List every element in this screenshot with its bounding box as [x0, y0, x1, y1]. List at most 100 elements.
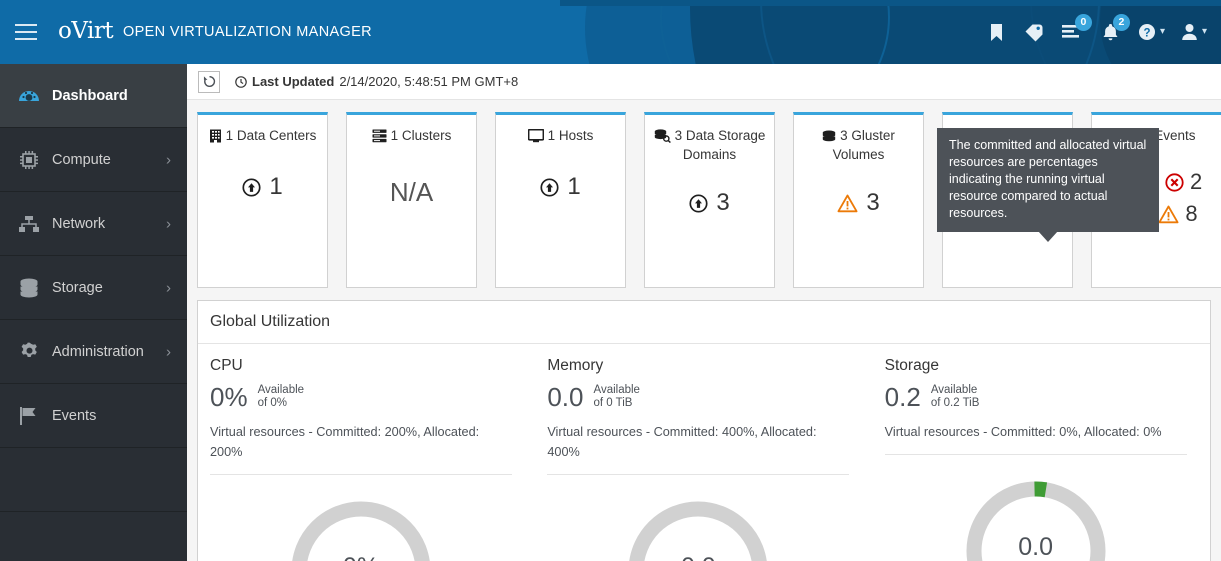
- card-title: 3 Data Storage Domains: [645, 128, 774, 163]
- card-data-centers[interactable]: 1 Data Centers 1: [197, 112, 328, 288]
- tooltip: The committed and allocated virtual reso…: [937, 128, 1159, 242]
- warning-triangle-icon: [1158, 205, 1179, 223]
- sidebar-item-compute[interactable]: Compute ›: [0, 128, 187, 192]
- utilization-virtual-resources: Virtual resources - Committed: 400%, All…: [547, 425, 817, 459]
- ovirt-logo[interactable]: oVirt: [58, 18, 114, 44]
- card-data-storage-domains[interactable]: 3 Data Storage Domains 3: [644, 112, 775, 288]
- warning-triangle-icon: [837, 194, 858, 213]
- masthead-icon-group: 0 2 ? ▾ ▾: [978, 0, 1215, 64]
- last-updated-timestamp: 2/14/2020, 5:48:51 PM GMT+8: [339, 74, 519, 89]
- status-up-icon: [689, 193, 708, 213]
- tasks-badge: 0: [1074, 14, 1092, 31]
- utilization-value: 0.0: [547, 382, 584, 412]
- card-count-value: 1: [269, 173, 283, 200]
- help-icon[interactable]: ? ▾: [1130, 0, 1173, 64]
- global-utilization-body: CPU 0% Available of 0% Virtual resources…: [198, 344, 1210, 561]
- flag-icon: [12, 404, 46, 428]
- utilization-available: Available of 0.2 TiB: [930, 384, 980, 409]
- chevron-right-icon: ›: [166, 151, 171, 168]
- chevron-down-icon: ▾: [1201, 26, 1207, 37]
- card-title: 3 Gluster Volumes: [794, 128, 923, 163]
- tag-icon[interactable]: [1016, 0, 1054, 64]
- events-warning-value: 8: [1185, 201, 1198, 226]
- card-gluster-volumes[interactable]: 3 Gluster Volumes 3: [793, 112, 924, 288]
- sidebar-item-label: Network: [52, 215, 106, 232]
- events-error-cell: 2: [1155, 169, 1211, 195]
- divider: [884, 454, 1187, 455]
- last-updated-label: Last Updated: [252, 74, 335, 89]
- status-up-icon: [242, 177, 261, 197]
- divider: [547, 474, 850, 475]
- hamburger-menu-icon[interactable]: [10, 16, 42, 48]
- storage-domain-icon: [654, 129, 671, 147]
- events-error-value: 2: [1190, 169, 1203, 194]
- card-count-value: 1: [567, 173, 581, 200]
- bookmark-icon[interactable]: [978, 0, 1016, 64]
- database-icon: [12, 276, 46, 300]
- refresh-icon[interactable]: [198, 70, 220, 93]
- gear-icon: [12, 340, 46, 364]
- network-topology-icon: [12, 212, 46, 236]
- notification-bell-icon[interactable]: 2: [1092, 0, 1130, 64]
- card-count: 3: [689, 189, 730, 217]
- donut-chart-memory: 0.0: [547, 497, 849, 561]
- card-title: 1 Clusters: [368, 128, 456, 147]
- sidebar-item-storage[interactable]: Storage ›: [0, 256, 187, 320]
- page-title: OPEN VIRTUALIZATION MANAGER: [123, 24, 373, 40]
- global-utilization-heading: Global Utilization: [198, 301, 1210, 344]
- card-count: 1: [242, 173, 283, 201]
- utilization-value: 0%: [210, 382, 248, 412]
- donut-label: 0.0: [624, 553, 772, 561]
- ovirt-logo-text: oVirt: [58, 18, 114, 44]
- card-count-value: N/A: [389, 177, 434, 207]
- clock-icon: [235, 75, 247, 88]
- sidebar-filler: [0, 448, 187, 512]
- svg-text:?: ?: [1143, 27, 1150, 39]
- sidebar-item-events[interactable]: Events: [0, 384, 187, 448]
- utilization-label: CPU: [210, 357, 243, 374]
- utilization-value: 0.2: [884, 382, 921, 412]
- last-updated: Last Updated 2/14/2020, 5:48:51 PM GMT+8: [235, 74, 518, 89]
- utilization-column-cpu: CPU 0% Available of 0% Virtual resources…: [198, 357, 535, 561]
- error-x-icon: [1165, 172, 1184, 192]
- card-clusters[interactable]: 1 Clusters N/A: [346, 112, 477, 288]
- chevron-right-icon: ›: [166, 343, 171, 360]
- card-count-value: 3: [716, 189, 730, 216]
- divider: [210, 474, 512, 475]
- utilization-available: Available of 0 TiB: [593, 384, 640, 409]
- refresh-bar: Last Updated 2/14/2020, 5:48:51 PM GMT+8: [187, 64, 1221, 100]
- utilization-label: Storage: [884, 357, 939, 374]
- chevron-right-icon: ›: [166, 279, 171, 296]
- card-hosts[interactable]: 1 Hosts 1: [495, 112, 626, 288]
- status-up-icon: [540, 177, 559, 197]
- utilization-virtual-resources: Virtual resources - Committed: 200%, All…: [210, 425, 480, 459]
- donut-label: 0.0: [1018, 533, 1054, 561]
- tasks-icon[interactable]: 0: [1054, 0, 1092, 64]
- card-title: 1 Hosts: [524, 128, 598, 147]
- dashboard-icon: [12, 84, 46, 108]
- sidebar-item-label: Events: [52, 407, 97, 424]
- card-count: 3: [837, 189, 880, 217]
- sidebar-item-label: Compute: [52, 151, 111, 168]
- chevron-right-icon: ›: [166, 215, 171, 232]
- sidebar-item-network[interactable]: Network ›: [0, 192, 187, 256]
- sidebar-item-administration[interactable]: Administration ›: [0, 320, 187, 384]
- card-count-value: 3: [866, 189, 880, 216]
- sidebar-item-dashboard[interactable]: Dashboard: [0, 64, 187, 128]
- sidebar-item-label: Storage: [52, 279, 103, 296]
- card-title: 1 Data Centers: [205, 128, 321, 147]
- user-icon[interactable]: ▾: [1173, 0, 1215, 64]
- main-content: Last Updated 2/14/2020, 5:48:51 PM GMT+8: [187, 64, 1221, 561]
- global-utilization-panel: Global Utilization CPU 0% Available of 0…: [197, 300, 1211, 561]
- notification-badge: 2: [1112, 14, 1130, 31]
- sidebar: Dashboard Compute › Network › Storage › …: [0, 64, 187, 561]
- cluster-icon: [372, 129, 387, 147]
- masthead: oVirt OPEN VIRTUALIZATION MANAGER 0 2 ? …: [0, 0, 1221, 64]
- data-center-icon: [209, 129, 222, 147]
- tooltip-text: The committed and allocated virtual reso…: [949, 138, 1147, 220]
- gluster-volume-icon: [822, 130, 836, 147]
- utilization-label: Memory: [547, 357, 604, 374]
- utilization-available: Available of 0%: [257, 384, 305, 409]
- utilization-virtual-resources: Virtual resources - Committed: 0%, Alloc…: [884, 425, 1162, 439]
- sidebar-item-label: Dashboard: [52, 87, 128, 104]
